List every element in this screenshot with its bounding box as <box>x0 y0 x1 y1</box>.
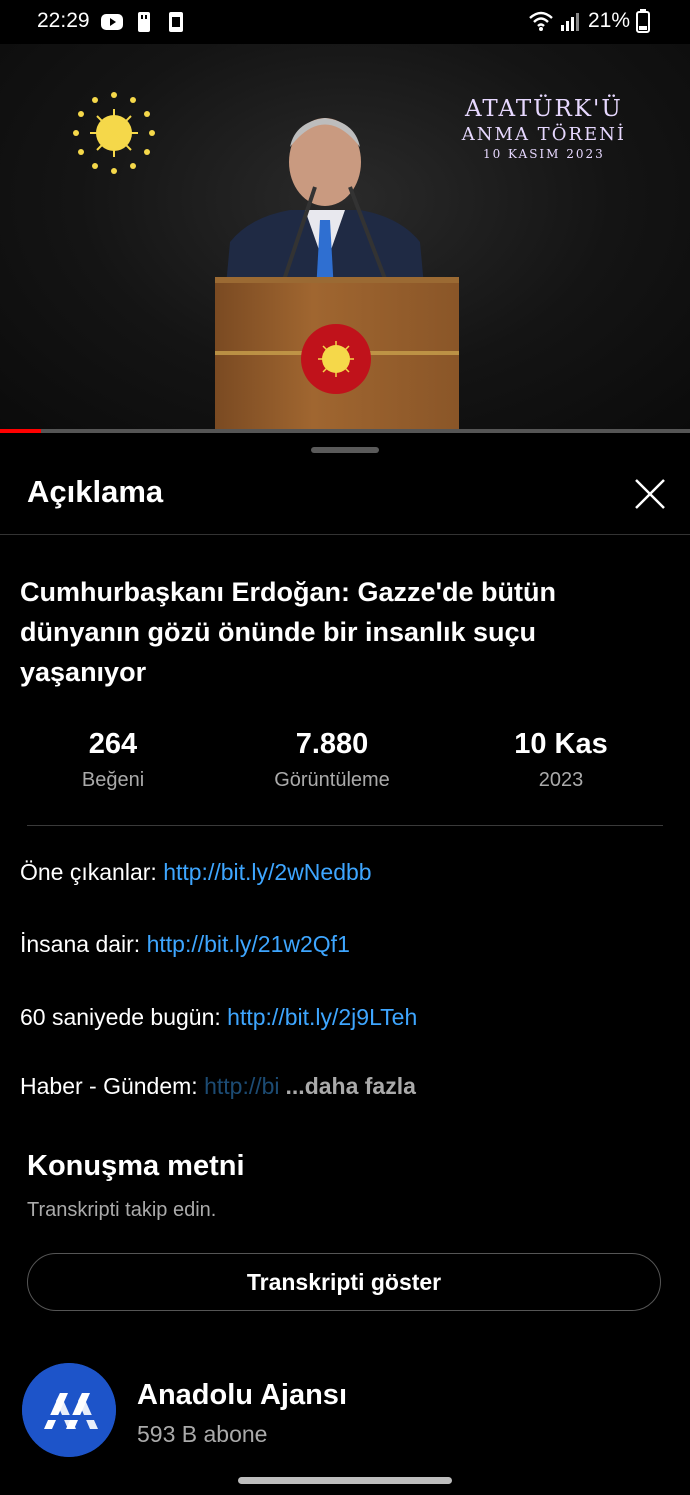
video-player[interactable]: ATATÜRK'Ü ANMA TÖRENİ 10 KASIM 2023 <box>0 44 690 430</box>
home-indicator[interactable] <box>238 1477 452 1484</box>
description-link[interactable]: http://bi <box>204 1073 279 1099</box>
stat-label: 2023 <box>538 769 584 791</box>
battery-icon <box>636 9 650 33</box>
event-subtitle: ANMA TÖRENİ <box>461 124 626 145</box>
description-line: Öne çıkanlar: http://bit.ly/2wNedbb <box>20 859 372 886</box>
video-stats: 264 Beğeni 7.880 Görüntüleme 10 Kas 2023 <box>0 728 690 808</box>
description-label: 60 saniyede bugün: <box>20 1004 228 1030</box>
description-label: Öne çıkanlar: <box>20 859 164 885</box>
avatar[interactable] <box>22 1363 116 1457</box>
youtube-icon <box>101 14 123 30</box>
description-line: 60 saniyede bugün: http://bit.ly/2j9LTeh <box>20 1004 417 1031</box>
stat-value: 264 <box>88 728 138 760</box>
stat-label: Görüntüleme <box>274 769 390 791</box>
channel-subscribers: 593 B abone <box>137 1421 268 1447</box>
description-link[interactable]: http://bit.ly/2j9LTeh <box>227 1004 417 1030</box>
channel-name[interactable]: Anadolu Ajansı <box>137 1379 347 1412</box>
description-label: Haber - Gündem: <box>20 1073 205 1099</box>
description-line: Haber - Gündem: http://bi ...daha fazla <box>20 1073 416 1100</box>
signal-icon <box>560 13 579 31</box>
status-system-icons: 21% <box>528 9 650 33</box>
stat-label: Beğeni <box>81 769 145 791</box>
event-title: ATATÜRK'Ü <box>465 96 623 122</box>
description-label: İnsana dair: <box>20 931 147 957</box>
stat-date: 10 Kas 2023 <box>461 728 661 792</box>
divider <box>27 825 663 826</box>
sim-icon <box>169 12 183 32</box>
channel-row[interactable]: Anadolu Ajansı 593 B abone <box>22 1363 672 1458</box>
sheet-title: Açıklama <box>27 474 164 509</box>
status-bar: 22:29 21% <box>0 0 690 44</box>
event-date: 10 KASIM 2023 <box>482 147 605 161</box>
usb-icon <box>138 12 150 32</box>
status-time: 22:29 <box>37 9 90 32</box>
video-progress-bar[interactable] <box>0 429 690 433</box>
sheet-header: Açıklama <box>0 460 690 535</box>
show-transcript-button[interactable]: Transkripti göster <box>27 1253 661 1311</box>
presidential-seal-icon <box>73 92 155 174</box>
status-notification-icons <box>100 11 188 33</box>
description-line: İnsana dair: http://bit.ly/21w2Qf1 <box>20 931 350 958</box>
video-title: Cumhurbaşkanı Erdoğan: Gazze'de bütün dü… <box>20 577 556 687</box>
close-icon[interactable] <box>632 476 668 512</box>
stat-value: 10 Kas <box>514 728 608 760</box>
transcript-section-title: Konuşma metni <box>27 1150 245 1182</box>
event-overlay: ATATÜRK'Ü ANMA TÖRENİ 10 KASIM 2023 <box>462 96 626 161</box>
stat-likes: 264 Beğeni <box>13 728 213 792</box>
podium <box>215 277 459 430</box>
show-more-link[interactable]: ...daha fazla <box>286 1073 416 1099</box>
description-link[interactable]: http://bit.ly/21w2Qf1 <box>147 931 350 957</box>
video-progress-fill <box>0 429 42 433</box>
wifi-icon <box>529 11 553 31</box>
sheet-drag-handle[interactable] <box>311 447 379 453</box>
stat-views: 7.880 Görüntüleme <box>232 728 432 792</box>
transcript-section-subtitle: Transkripti takip edin. <box>27 1199 217 1221</box>
battery-percent: 21% <box>587 9 630 32</box>
description-link[interactable]: http://bit.ly/2wNedbb <box>163 859 371 885</box>
podium-seal-icon <box>301 324 371 394</box>
stat-value: 7.880 <box>295 728 369 760</box>
